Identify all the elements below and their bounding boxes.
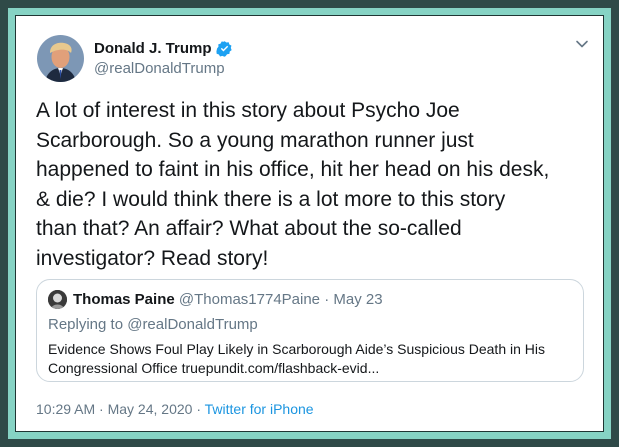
author-block[interactable]: Donald J. Trump @realDonaldTrump	[94, 38, 233, 77]
author-handle[interactable]: @realDonaldTrump	[94, 60, 233, 77]
verified-badge-icon	[215, 40, 232, 57]
tweet-footer: 10:29 AM · May 24, 2020 · Twitter for iP…	[36, 401, 314, 417]
tweet-timestamp[interactable]: 10:29 AM · May 24, 2020	[36, 401, 192, 417]
avatar-image	[37, 35, 84, 82]
quoted-tweet[interactable]: Thomas Paine @Thomas1774Paine · May 23 R…	[36, 279, 584, 382]
tweet-text: A lot of interest in this story about Ps…	[36, 99, 550, 270]
chevron-down-icon[interactable]	[575, 37, 589, 51]
footer-separator: ·	[192, 401, 205, 417]
quote-avatar-image	[48, 290, 67, 309]
quote-meta: @Thomas1774Paine · May 23	[178, 291, 383, 308]
tweet-source[interactable]: Twitter for iPhone	[205, 401, 314, 417]
quote-avatar[interactable]	[48, 290, 67, 309]
quote-text: Evidence Shows Foul Play Likely in Scarb…	[48, 341, 546, 376]
quote-author-name[interactable]: Thomas Paine	[73, 291, 175, 308]
tweet-card[interactable]: Donald J. Trump @realDonaldTrump A lot o…	[15, 15, 604, 432]
quote-replying-to[interactable]: Replying to @realDonaldTrump	[48, 316, 258, 333]
author-name[interactable]: Donald J. Trump	[94, 40, 212, 57]
avatar[interactable]	[37, 35, 84, 82]
quote-header: Thomas Paine @Thomas1774Paine · May 23	[73, 291, 383, 308]
